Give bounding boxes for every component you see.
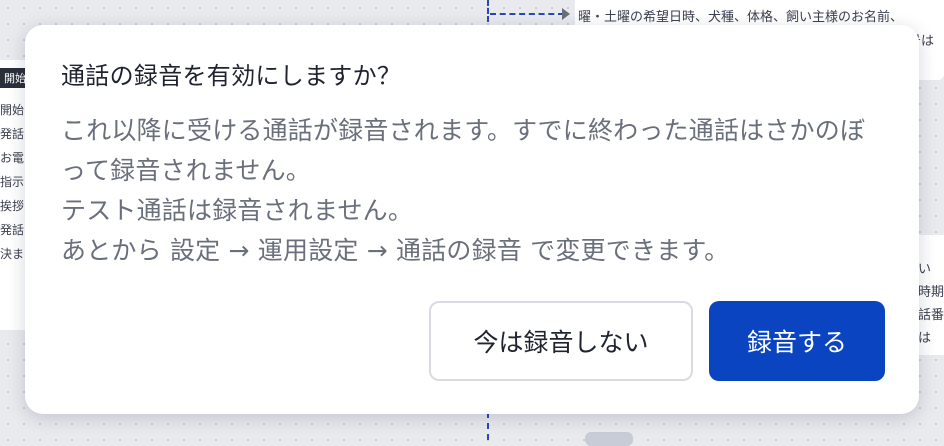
dialog-body-line: あとから 設定 → 運用設定 → 通話の録音 で変更できます。 bbox=[61, 236, 730, 265]
dialog-body-line: これ以降に受ける通話が録音されます。すでに終わった通話はさかのぼって録音されませ… bbox=[61, 116, 866, 185]
skip-recording-button[interactable]: 今は録音しない bbox=[429, 301, 693, 381]
connector-arrow-icon bbox=[562, 8, 570, 20]
flow-connector-bottom bbox=[487, 412, 489, 440]
flow-connector-vertical bbox=[487, 0, 489, 22]
enable-recording-button[interactable]: 録音する bbox=[709, 301, 885, 381]
flow-start-line: 決ま bbox=[0, 247, 25, 261]
flow-node-text: 曜・土曜の希望日時、犬種、体格、飼い主様のお名前、 bbox=[578, 10, 904, 25]
dialog-actions: 今は録音しない 録音する bbox=[429, 301, 885, 381]
dialog-body: これ以降に受ける通話が録音されます。すでに終わった通話はさかのぼって録音されませ… bbox=[61, 111, 883, 271]
dialog-body-line: テスト通話は録音されません。 bbox=[61, 196, 414, 225]
dialog-title: 通話の録音を有効にしますか？ bbox=[61, 62, 402, 90]
flow-start-line: 指示 bbox=[0, 175, 25, 189]
flow-chip bbox=[585, 432, 633, 446]
flow-start-lines: 開始 発話 お電 指示 挨拶 発話 決ま bbox=[0, 98, 24, 266]
flow-start-line: お電 bbox=[0, 151, 25, 165]
flow-connector-horizontal bbox=[490, 13, 564, 15]
flow-start-line: 開始 bbox=[0, 103, 25, 117]
recording-confirm-dialog: 通話の録音を有効にしますか？ これ以降に受ける通話が録音されます。すでに終わった… bbox=[25, 25, 919, 414]
flow-start-line: 発話 bbox=[0, 223, 25, 237]
flow-start-line: 発話 bbox=[0, 127, 25, 141]
flow-start-line: 挨拶 bbox=[0, 199, 25, 213]
